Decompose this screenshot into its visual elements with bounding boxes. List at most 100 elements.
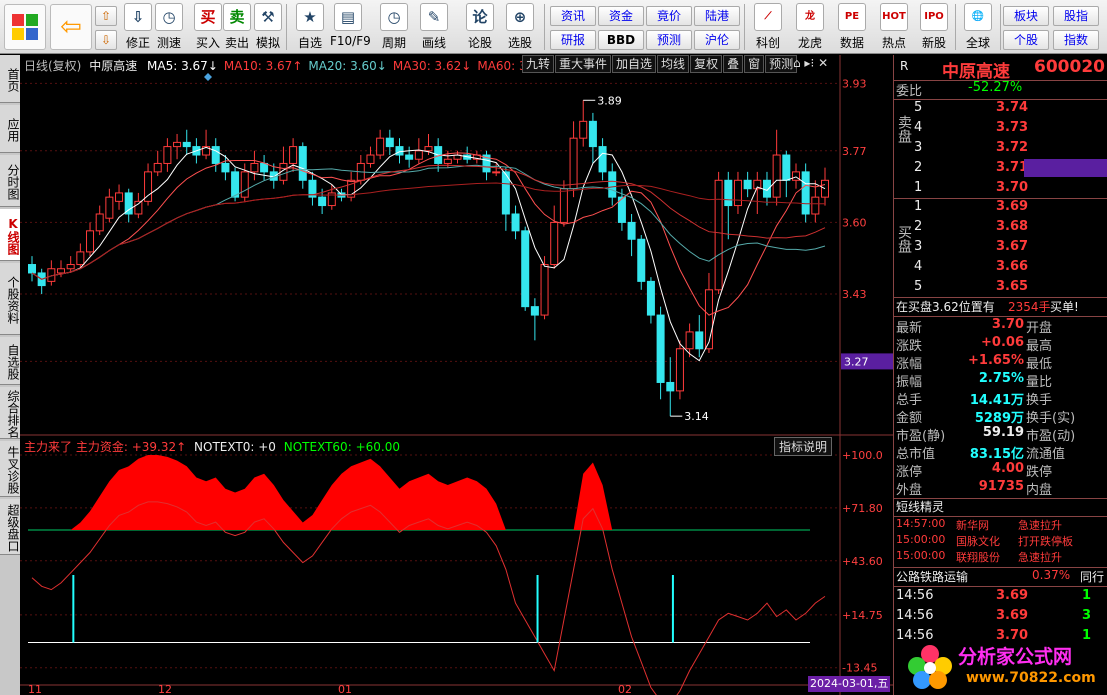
toolbar-right-button-0[interactable]: ⟋ 科创 xyxy=(748,1,788,53)
up-arrow-icon[interactable]: ⇧ xyxy=(95,6,117,26)
left-tab-bar: 首页 应用 分时图 K线图 个股资料 自选股 综合排名 牛叉诊股 超级盘口 xyxy=(0,55,20,695)
left-tab-3[interactable]: K线图 xyxy=(0,209,20,261)
chart-legend: 日线(复权) 中原高速 MA5: 3.67↓ MA10: 3.67↑ MA20: 3… xyxy=(24,57,556,74)
toolbar-small-4[interactable]: 研报 xyxy=(550,30,596,50)
flow-title[interactable]: 短线精灵 xyxy=(896,498,944,515)
sector-tab[interactable]: 同行 xyxy=(1080,568,1104,585)
bids-price[interactable]: 3.66 xyxy=(996,259,1028,274)
stat-label: 市盈(静) xyxy=(896,429,946,444)
bids-price[interactable]: 3.68 xyxy=(996,219,1028,234)
sector-name[interactable]: 公路铁路运输 xyxy=(896,568,968,585)
chart-tool-5[interactable]: 叠 xyxy=(723,55,744,73)
asks-price[interactable]: 3.74 xyxy=(996,100,1028,115)
more-icons[interactable]: ⌂ ▸⁝ ✕ xyxy=(793,56,828,70)
ma-value-2: MA20: 3.60 xyxy=(308,59,377,73)
left-tab-4[interactable]: 个股资料 xyxy=(0,263,20,335)
candle-16 xyxy=(182,129,191,156)
stat-value: 3.70 xyxy=(991,317,1024,332)
toolbar-button-7[interactable]: ◷ 周期 xyxy=(376,1,412,53)
left-tab-5[interactable]: 自选股 xyxy=(0,337,20,385)
toolbar-right-button-3[interactable]: HOT 热点 xyxy=(874,1,914,53)
high-price-label: 3.89 xyxy=(597,94,622,107)
toolbar-right-button-5[interactable]: 🌐 全球 xyxy=(958,1,998,53)
bids-price[interactable]: 3.67 xyxy=(996,239,1028,254)
stat-label-2: 内盘 xyxy=(1026,483,1053,498)
stat-label-2: 最低 xyxy=(1026,357,1053,372)
stock-name: 中原高速 xyxy=(942,62,1010,82)
back-arrow-icon[interactable]: ⇦ xyxy=(50,4,92,50)
chart-tool-6[interactable]: 窗 xyxy=(744,55,765,73)
asks-price[interactable]: 3.72 xyxy=(996,140,1028,155)
flow-stock: 新华网 xyxy=(956,519,989,532)
bids-price[interactable]: 3.65 xyxy=(996,279,1028,294)
toolbar-button-1[interactable]: ◷ 测速 xyxy=(151,1,187,53)
toolbar-far-0[interactable]: 板块 xyxy=(1003,6,1049,26)
toolbar-far-2[interactable]: 个股 xyxy=(1003,30,1049,50)
toolbar-right-button-2[interactable]: PE 数据 xyxy=(832,1,872,53)
stat-value: +0.06 xyxy=(981,335,1024,350)
toolbar-right-button-1[interactable]: 龙龙虎 xyxy=(790,1,830,53)
toolbar-right-button-4[interactable]: IPO 新股 xyxy=(914,1,954,53)
flow-event: 急速拉升 xyxy=(1018,551,1062,564)
toolbar-small-5[interactable]: BBD xyxy=(598,30,644,50)
down-arrow-icon[interactable]: ⇩ xyxy=(95,30,117,50)
toolbar-icon-1: ◷ xyxy=(155,3,183,31)
left-tab-7[interactable]: 牛叉诊股 xyxy=(0,441,20,497)
stat-row-7: 总市值 83.15亿 流通值 xyxy=(894,443,1107,462)
candle-80 xyxy=(801,163,810,223)
toolbar-small-6[interactable]: 预测 xyxy=(646,30,692,50)
watermark-url: www.70822.com xyxy=(966,670,1096,686)
toolbar-label-4: 模拟 xyxy=(255,36,280,50)
stat-value: 83.15亿 xyxy=(969,447,1024,462)
sub-y-label-2: +43.60 xyxy=(842,555,883,568)
indicator-help-button[interactable]: 指标说明 xyxy=(774,437,833,456)
toolbar-button-5[interactable]: ★ 自选 xyxy=(292,1,328,53)
toolbar-button-4[interactable]: ⚒ 模拟 xyxy=(250,1,286,53)
toolbar-right-icon-0: ⟋ xyxy=(754,3,782,31)
asks-price[interactable]: 3.73 xyxy=(996,120,1028,135)
left-tab-8[interactable]: 超级盘口 xyxy=(0,499,20,555)
left-tab-0[interactable]: 首页 xyxy=(0,55,20,103)
left-tab-2[interactable]: 分时图 xyxy=(0,155,20,207)
candle-1 xyxy=(37,268,46,295)
candle-15 xyxy=(173,133,182,160)
stat-row-8: 涨停 4.00 跌停 xyxy=(894,461,1107,480)
flow-row-2[interactable]: 15:00:00 联翔股份 急速拉升 xyxy=(894,549,1107,567)
info-volume: 2354手 xyxy=(1008,300,1051,314)
toolbar-button-9[interactable]: 论论股 xyxy=(462,1,498,53)
candle-74 xyxy=(743,171,752,198)
toolbar-small-3[interactable]: 陆港 xyxy=(694,6,740,26)
stat-label: 金额 xyxy=(896,411,923,426)
sector-row: 公路铁路运输 0.37% 同行 xyxy=(894,568,1107,586)
chart-tool-4[interactable]: 复权 xyxy=(690,55,723,73)
toolbar-button-8[interactable]: ✎ 画线 xyxy=(416,1,452,53)
candle-12 xyxy=(144,163,153,206)
marker-diamond-icon xyxy=(204,73,212,81)
toolbar-small-1[interactable]: 资金 xyxy=(598,6,644,26)
toolbar-far-3[interactable]: 指数 xyxy=(1053,30,1099,50)
stat-row-3: 振幅 2.75% 量比 xyxy=(894,371,1107,390)
toolbar-small-7[interactable]: 沪伦 xyxy=(694,30,740,50)
left-tab-6[interactable]: 综合排名 xyxy=(0,387,20,439)
bids-price[interactable]: 3.69 xyxy=(996,199,1028,214)
toolbar-button-10[interactable]: ⊕ 选股 xyxy=(502,1,538,53)
chart-tool-3[interactable]: 均线 xyxy=(657,55,690,73)
toolbar-small-2[interactable]: 竟价 xyxy=(646,6,692,26)
tick-volume: 3 xyxy=(1082,608,1092,623)
left-tab-1[interactable]: 应用 xyxy=(0,105,20,153)
app-logo-icon[interactable] xyxy=(4,4,46,50)
toolbar-button-6[interactable]: ▤ F10/F9 xyxy=(330,1,371,53)
legend-notext0: NOTEXT0: xyxy=(194,440,255,454)
tick-price: 3.69 xyxy=(996,588,1029,603)
ma-arrow-2: ↓ xyxy=(376,59,387,73)
chart-tool-2[interactable]: 加自选 xyxy=(612,55,657,73)
chart-tool-1[interactable]: 重大事件 xyxy=(555,55,612,73)
toolbar-far-1[interactable]: 股指 xyxy=(1053,6,1099,26)
asks-price[interactable]: 3.70 xyxy=(996,180,1028,195)
kline-chart-area[interactable]: 3.933.773.603.433.273.273.893.14+100.0+7… xyxy=(20,55,893,695)
toolbar-small-0[interactable]: 资讯 xyxy=(550,6,596,26)
x-axis-label-0: 11 xyxy=(28,683,42,695)
quote-panel: R 中原高速 600020 委比 -52.27% 卖盘 5 3.74 4 3.73 3 3… xyxy=(893,55,1107,695)
ask-volume-bar xyxy=(1024,159,1107,177)
chart-tool-0[interactable]: 九转 xyxy=(522,55,555,73)
